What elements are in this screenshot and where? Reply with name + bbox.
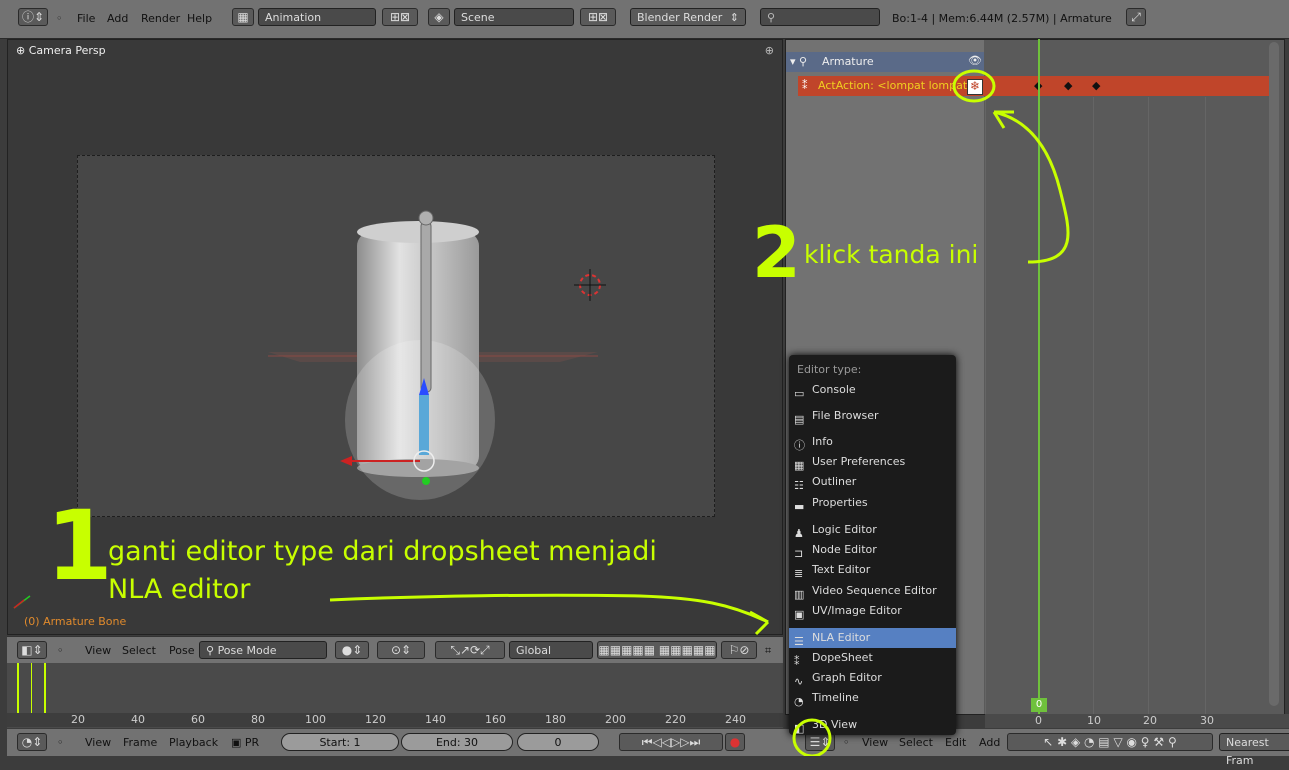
arrow-to-push-down — [993, 110, 1070, 264]
arrow-to-nla-menu — [329, 593, 769, 624]
annotation-strokes — [329, 69, 1070, 756]
highlight-circle-push-down — [952, 69, 996, 103]
highlight-circle-editor-type — [792, 718, 832, 756]
